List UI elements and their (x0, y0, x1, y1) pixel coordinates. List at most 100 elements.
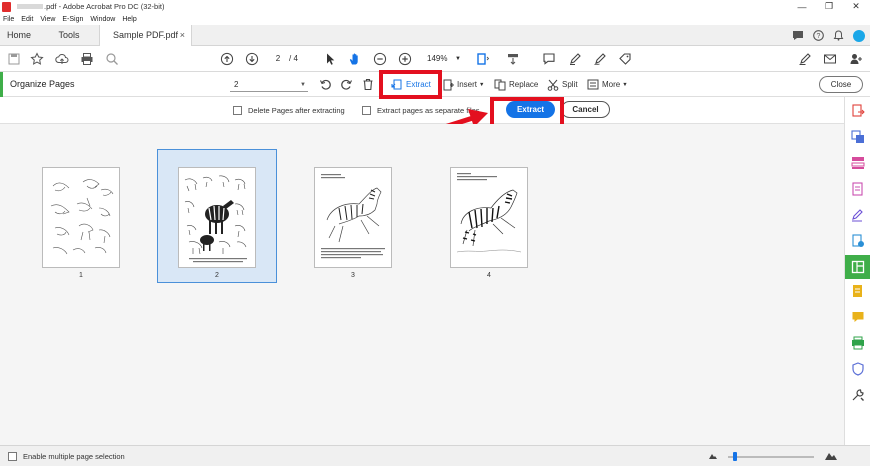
page-thumbnail-4[interactable] (450, 167, 528, 268)
window-title: .pdf - Adobe Acrobat Pro DC (32-bit) (44, 2, 165, 11)
share-sign-icon[interactable] (797, 51, 813, 67)
next-page-icon[interactable] (244, 51, 260, 67)
menu-esign[interactable]: E-Sign (62, 16, 83, 23)
email-icon[interactable] (822, 51, 838, 67)
combine-files-icon[interactable] (850, 155, 866, 171)
protect-shield-icon[interactable] (850, 361, 866, 377)
chevron-down-icon: ▼ (300, 81, 306, 88)
page-number-input[interactable]: 2 (270, 52, 286, 65)
tab-document[interactable]: Sample PDF.pdf × (99, 24, 192, 46)
delete-trash-icon[interactable] (361, 77, 375, 91)
add-user-icon[interactable] (848, 51, 864, 67)
menu-file[interactable]: File (3, 16, 14, 23)
minimize-button[interactable]: — (791, 0, 813, 13)
right-tools-rail (844, 97, 870, 445)
insert-tool-button[interactable]: Insert ▼ (443, 77, 484, 92)
restore-button[interactable]: ❐ (818, 0, 840, 13)
scroll-mode-icon[interactable] (505, 51, 521, 67)
chevron-down-icon: ▼ (479, 81, 485, 88)
tab-close-icon[interactable]: × (180, 30, 185, 40)
account-avatar[interactable] (848, 29, 870, 42)
organize-pages-icon[interactable] (845, 255, 870, 279)
menu-bar: File Edit View E-Sign Window Help (0, 13, 870, 25)
zoom-out-icon[interactable] (372, 51, 388, 67)
comment-icon[interactable] (541, 51, 557, 67)
delete-pages-label: Delete Pages after extracting (248, 106, 345, 115)
page-thumbnail-1[interactable] (42, 167, 120, 268)
split-tool-label: Split (562, 80, 578, 89)
send-for-review-icon[interactable] (850, 233, 866, 249)
multiple-selection-checkbox[interactable] (8, 452, 17, 461)
thumbnail-size-slider-knob[interactable] (733, 452, 737, 461)
multiple-selection-label: Enable multiple page selection (23, 452, 125, 461)
help-icon[interactable]: ? (808, 30, 828, 41)
page-thumbnail-2[interactable] (178, 167, 256, 268)
save-icon[interactable] (6, 51, 22, 67)
replace-tool-button[interactable]: Replace (494, 77, 538, 92)
organize-pages-title: Organize Pages (10, 79, 75, 89)
tab-bar: Home Tools Sample PDF.pdf × ? (0, 24, 870, 46)
thumbnail-size-slider[interactable] (728, 456, 814, 458)
previous-page-icon[interactable] (219, 51, 235, 67)
chevron-down-icon: ▼ (455, 55, 461, 62)
close-window-button[interactable]: ✕ (845, 0, 867, 13)
zoom-level-select[interactable]: 149% ▼ (421, 52, 463, 65)
page-thumbnail-3[interactable] (314, 167, 392, 268)
notifications-bell-icon[interactable] (828, 30, 848, 41)
split-tool-button[interactable]: Split (547, 77, 578, 92)
edit-pdf-icon[interactable] (850, 181, 866, 197)
cancel-button[interactable]: Cancel (561, 101, 610, 118)
insert-tool-label: Insert (457, 80, 478, 89)
tab-tools[interactable]: Tools (40, 25, 98, 46)
print-icon[interactable] (79, 51, 95, 67)
search-icon[interactable] (104, 51, 120, 67)
bottom-status-bar: Enable multiple page selection (0, 445, 870, 466)
comment-bubble-icon[interactable] (788, 30, 808, 41)
more-tools-icon[interactable] (850, 387, 866, 403)
tab-document-label: Sample PDF.pdf (113, 30, 179, 40)
separate-files-checkbox[interactable] (362, 106, 371, 115)
replace-tool-label: Replace (509, 80, 539, 89)
select-cursor-icon[interactable] (322, 51, 338, 67)
main-toolbar: 2 / 4 149% ▼ (0, 46, 870, 72)
cloud-upload-icon[interactable] (54, 51, 70, 67)
page-number-4: 4 (487, 272, 491, 279)
sign-pen-icon[interactable] (592, 51, 608, 67)
tool-accent-bar (0, 72, 3, 97)
more-tool-button[interactable]: More ▼ (587, 77, 628, 92)
page-total: / 4 (289, 54, 298, 63)
menu-help[interactable]: Help (122, 16, 136, 23)
more-grid-icon (587, 79, 599, 90)
mountain-large-icon[interactable] (824, 450, 838, 463)
page-number-3: 3 (351, 272, 355, 279)
hand-tool-icon[interactable] (347, 51, 363, 67)
highlight-pen-icon[interactable] (567, 51, 583, 67)
print-production-icon[interactable] (850, 335, 866, 351)
insert-page-icon (443, 79, 454, 90)
comment-tool-icon[interactable] (850, 309, 866, 325)
redacted-filename (17, 4, 43, 9)
zoom-in-icon[interactable] (397, 51, 413, 67)
page-number-2: 2 (215, 272, 219, 279)
scan-ocr-icon[interactable] (850, 283, 866, 299)
mountain-small-icon[interactable] (708, 452, 718, 462)
title-bar: .pdf - Adobe Acrobat Pro DC (32-bit) — ❐… (0, 0, 870, 13)
rotate-left-icon[interactable] (318, 77, 332, 91)
export-pdf-icon[interactable] (850, 103, 866, 119)
svg-text:?: ? (816, 33, 820, 40)
menu-window[interactable]: Window (90, 16, 115, 23)
close-organize-button[interactable]: Close (819, 76, 863, 93)
page-range-select[interactable]: 2 ▼ (230, 78, 308, 92)
page-display-icon[interactable] (475, 51, 491, 67)
create-pdf-icon[interactable] (850, 129, 866, 145)
menu-edit[interactable]: Edit (21, 16, 33, 23)
rotate-right-icon[interactable] (339, 77, 353, 91)
fill-sign-icon[interactable] (617, 51, 633, 67)
bookmark-star-icon[interactable] (29, 51, 45, 67)
tab-home[interactable]: Home (0, 25, 40, 46)
menu-view[interactable]: View (40, 16, 55, 23)
fill-and-sign-icon[interactable] (850, 207, 866, 223)
delete-pages-checkbox[interactable] (233, 106, 242, 115)
more-tool-label: More (602, 80, 621, 89)
replace-page-icon (494, 79, 506, 90)
